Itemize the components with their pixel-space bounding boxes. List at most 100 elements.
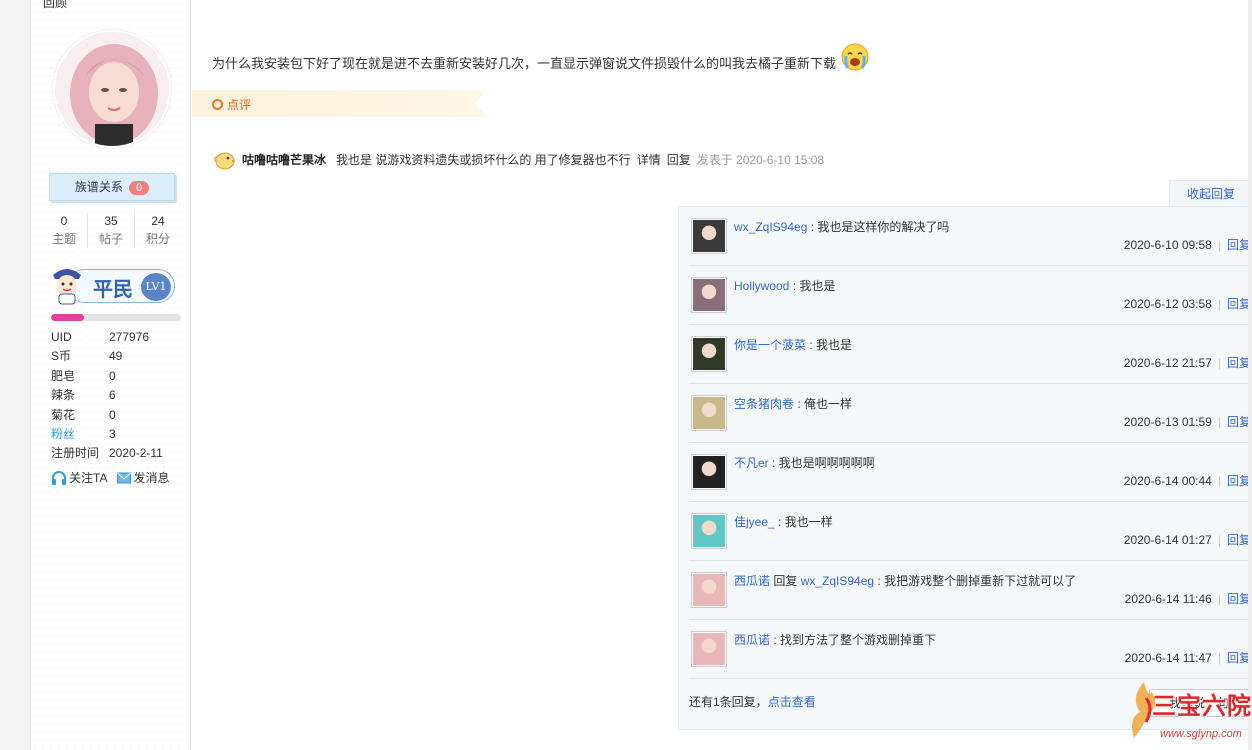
reply-timestamp: 2020-6-14 11:47: [1124, 651, 1212, 665]
info-value: 277976: [109, 330, 150, 344]
comment-message: 我也是 说游戏资料遗失或损坏什么的 用了修复器也不行: [336, 152, 631, 167]
info-row-uid: UID 277976: [51, 328, 181, 347]
stat-posts[interactable]: 35 帖子: [88, 212, 135, 248]
reply-avatar[interactable]: [691, 513, 727, 549]
more-replies-link[interactable]: 点击查看: [768, 695, 816, 709]
info-key: 肥皂: [51, 368, 76, 383]
user-info-list: UID 277976 S币 49 肥皂 0 辣条 6 菊花 0 粉丝 3 注册时间 2020-…: [51, 328, 181, 464]
divider: |: [1217, 592, 1221, 606]
post-text: 为什么我安装包下好了现在就是进不去重新安装好几次，一直显示弹窗说文件损毁什么的叫…: [212, 56, 837, 71]
reply-avatar-image: [693, 338, 725, 370]
stat-points[interactable]: 24 积分: [135, 212, 181, 248]
comment-item: 咕噜咕噜芒果冰 我也是 说游戏资料遗失或损坏什么的 用了修复器也不行 详情 回复…: [212, 148, 824, 170]
reply-username[interactable]: wx_ZqIS94eg: [734, 220, 807, 234]
user-avatar[interactable]: [53, 30, 171, 148]
info-row-registered: 注册时间 2020-2-11: [51, 444, 181, 463]
reply-row: 不凡er : 我也是啊啊啊啊啊 2020-6-14 00:44 | 回复: [689, 443, 1251, 502]
reply-avatar-image: [693, 279, 725, 311]
reply-avatar[interactable]: [691, 631, 727, 667]
info-row-latiao: 辣条 6: [51, 386, 181, 405]
info-key: UID: [51, 330, 72, 344]
reply-username[interactable]: Hollywood: [734, 279, 789, 293]
reply-meta: 2020-6-14 00:44 | 回复: [1124, 472, 1251, 489]
watermark-logo: 三宝六院: [1152, 691, 1252, 720]
reply-avatar[interactable]: [691, 454, 727, 490]
reply-username[interactable]: 西瓜诺: [734, 574, 770, 588]
reply-to-word: 回复: [770, 574, 801, 588]
reply-username[interactable]: 空条猪肉卷: [734, 397, 794, 411]
collapse-replies-button[interactable]: 收起回复: [1169, 180, 1252, 206]
stat-label: 帖子: [98, 232, 123, 246]
reply-avatar[interactable]: [691, 277, 727, 313]
reply-username[interactable]: 不凡er: [734, 456, 769, 470]
more-replies-text: 还有1条回复，: [689, 695, 768, 709]
reply-username[interactable]: 西瓜诺: [734, 633, 770, 647]
fans-link[interactable]: 粉丝: [51, 425, 109, 444]
reply-row: 空条猪肉卷 : 俺也一样 2020-6-13 01:59 | 回复: [689, 384, 1251, 443]
stat-label: 主题: [51, 232, 76, 246]
reply-timestamp: 2020-6-12 03:58: [1123, 297, 1212, 311]
reply-text: : 我也是: [806, 338, 853, 352]
reply-username[interactable]: 佳jyee_: [734, 515, 775, 529]
info-row-coins: S币 49: [51, 347, 181, 366]
scroll-edge: [1248, 0, 1252, 750]
comment-timestamp: 发表于 2020-6-10 15:08: [696, 152, 825, 167]
reply-row: wx_ZqIS94eg : 我也是这样你的解决了吗 2020-6-10 09:58…: [689, 207, 1251, 266]
info-value: 6: [109, 388, 116, 403]
info-value: 0: [109, 407, 116, 422]
reply-text: : 我把游戏整个删掉重新下过就可以了: [874, 574, 1077, 588]
reply-avatar[interactable]: [691, 218, 727, 254]
reply-username[interactable]: 你是一个菠菜: [734, 338, 806, 352]
reply-body: Hollywood : 我也是: [734, 277, 835, 294]
clan-count-badge: 0: [128, 181, 150, 195]
watermark-url: www.sglynp.com: [1160, 728, 1242, 740]
reply-row: 西瓜诺 回复 wx_ZqIS94eg : 我把游戏整个删掉重新下过就可以了 202…: [689, 561, 1251, 620]
follow-button[interactable]: 关注TA: [51, 469, 107, 486]
follow-label: 关注TA: [69, 471, 108, 485]
clan-button[interactable]: 族谱关系 0: [49, 173, 175, 201]
comment-reply-link[interactable]: 回复: [667, 151, 691, 168]
reply-avatar-image: [693, 633, 725, 665]
reply-list: wx_ZqIS94eg : 我也是这样你的解决了吗 2020-6-10 09:58…: [678, 206, 1252, 730]
sidebar-top-label: 回顾: [43, 0, 68, 10]
reply-row: Hollywood : 我也是 2020-6-12 03:58 | 回复: [689, 266, 1251, 325]
reply-avatar[interactable]: [691, 395, 727, 431]
reply-timestamp: 2020-6-10 09:58: [1123, 238, 1212, 252]
reply-body: 不凡er : 我也是啊啊啊啊啊: [734, 454, 875, 471]
reply-timestamp: 2020-6-13 01:59: [1123, 415, 1212, 429]
message-label: 发消息: [133, 471, 170, 485]
reply-target-username[interactable]: wx_ZqIS94eg: [801, 574, 874, 588]
comment-detail-link[interactable]: 详情: [637, 151, 661, 168]
message-button[interactable]: 发消息: [117, 469, 169, 486]
user-sidebar: 回顾 族谱关系 0 0 主题 35 帖子 24 积分 平民 LV1 UID 27…: [31, 0, 191, 750]
stat-value: 0: [60, 214, 68, 228]
reply-avatar[interactable]: [691, 336, 727, 372]
divider: |: [1217, 356, 1221, 370]
reply-avatar[interactable]: [691, 572, 727, 608]
reply-avatar-image: [693, 220, 725, 252]
info-value: 49: [109, 349, 123, 364]
comment-author[interactable]: 咕噜咕噜芒果冰: [242, 151, 326, 168]
divider: |: [1217, 474, 1221, 488]
rank-level: LV1: [141, 273, 171, 301]
reply-timestamp: 2020-6-14 00:44: [1123, 474, 1212, 488]
info-key: 菊花: [51, 407, 76, 422]
reply-meta: 2020-6-12 03:58 | 回复: [1124, 295, 1251, 312]
info-key: 辣条: [51, 388, 76, 403]
site-watermark: 三宝六院 www.sglynp.com: [1124, 676, 1252, 750]
stat-topics[interactable]: 0 主题: [41, 212, 88, 248]
clan-label: 族谱关系: [74, 180, 123, 194]
mascot-icon: [53, 269, 81, 305]
rank-badge: 平民 LV1: [49, 265, 177, 305]
chick-avatar-icon: [214, 152, 236, 170]
user-actions: 关注TA 发消息: [51, 469, 169, 486]
reply-timestamp: 2020-6-14 11:46: [1124, 592, 1212, 606]
envelope-icon: [117, 472, 132, 483]
circle-icon: [212, 99, 223, 110]
crying-emoji-icon: [840, 42, 870, 75]
level-progress-fill: [51, 314, 84, 321]
reply-text: : 俺也一样: [794, 397, 853, 411]
reply-body: 你是一个菠菜 : 我也是: [734, 336, 852, 353]
reply-body: 空条猪肉卷 : 俺也一样: [734, 395, 852, 412]
reply-row: 你是一个菠菜 : 我也是 2020-6-12 21:57 | 回复: [689, 325, 1251, 384]
